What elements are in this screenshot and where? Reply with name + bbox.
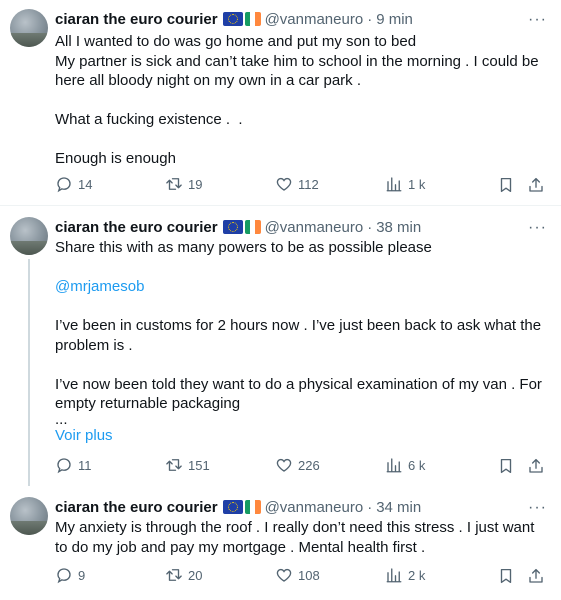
thread-line bbox=[28, 259, 30, 486]
views-count: 1 k bbox=[408, 176, 426, 192]
bookmark-icon bbox=[497, 457, 515, 475]
views-icon bbox=[385, 566, 403, 584]
avatar[interactable] bbox=[10, 9, 48, 47]
eu-flag-icon bbox=[222, 12, 243, 26]
retweet-button[interactable]: 19 bbox=[165, 175, 202, 193]
share-button[interactable] bbox=[527, 176, 545, 194]
retweet-icon bbox=[165, 566, 183, 584]
retweet-icon bbox=[165, 175, 183, 193]
tweet-text: My anxiety is through the roof . I reall… bbox=[55, 518, 550, 557]
tweet-line: All I wanted to do was go home and put m… bbox=[55, 33, 417, 50]
bookmark-icon bbox=[497, 567, 515, 585]
like-button[interactable]: 112 bbox=[275, 175, 319, 193]
avatar[interactable] bbox=[10, 217, 48, 255]
tweet-actions: 14 19 112 1 k bbox=[55, 175, 545, 195]
tweet-3[interactable]: ciaran the euro courier @vanmaneuro · 34… bbox=[0, 483, 561, 600]
views-count: 2 k bbox=[408, 567, 426, 583]
separator-dot: · bbox=[367, 498, 373, 516]
reply-button[interactable]: 9 bbox=[55, 566, 85, 584]
tweet-line: What a fucking existence . . bbox=[55, 111, 243, 128]
reply-count: 9 bbox=[78, 567, 86, 583]
show-more-link[interactable]: Voir plus bbox=[55, 426, 550, 446]
timestamp[interactable]: 9 min bbox=[376, 11, 413, 28]
tweet-line: I’ve now been told they want to do a phy… bbox=[55, 375, 547, 413]
eu-flag-icon bbox=[222, 500, 243, 514]
tweet-actions: 11 151 226 6 k bbox=[55, 456, 545, 476]
like-count: 108 bbox=[298, 567, 320, 583]
share-button[interactable] bbox=[527, 567, 545, 585]
tweet-actions: 9 20 108 2 k bbox=[55, 566, 545, 586]
reply-count: 11 bbox=[78, 457, 92, 473]
bookmark-button[interactable] bbox=[497, 457, 515, 475]
reply-icon bbox=[55, 456, 73, 474]
author-handle[interactable]: @vanmaneuro bbox=[265, 499, 364, 516]
more-options-icon[interactable]: ··· bbox=[528, 500, 547, 516]
tweet-header: ciaran the euro courier @vanmaneuro · 38… bbox=[55, 217, 421, 237]
tweet-header: ciaran the euro courier @vanmaneuro · 34… bbox=[55, 497, 421, 517]
author-handle[interactable]: @vanmaneuro bbox=[265, 11, 364, 28]
views-count: 6 k bbox=[408, 457, 426, 473]
flag-emojis bbox=[222, 500, 261, 514]
ireland-flag-icon bbox=[244, 500, 261, 514]
flag-emojis bbox=[222, 220, 261, 234]
retweet-button[interactable]: 151 bbox=[165, 456, 210, 474]
reply-button[interactable]: 14 bbox=[55, 175, 92, 193]
more-options-icon[interactable]: ··· bbox=[528, 220, 547, 236]
reply-count: 14 bbox=[78, 176, 93, 192]
retweet-count: 19 bbox=[188, 176, 203, 192]
like-count: 226 bbox=[298, 457, 320, 473]
tweet-line: Share this with as many powers to be as … bbox=[55, 239, 432, 256]
bookmark-icon bbox=[497, 176, 515, 194]
tweet-1[interactable]: ciaran the euro courier @vanmaneuro · 9 … bbox=[0, 0, 561, 205]
tweet-text: All I wanted to do was go home and put m… bbox=[55, 32, 550, 169]
views-button[interactable]: 2 k bbox=[385, 566, 425, 584]
share-icon bbox=[527, 176, 545, 194]
ireland-flag-icon bbox=[244, 220, 261, 234]
avatar[interactable] bbox=[10, 497, 48, 535]
share-icon bbox=[527, 457, 545, 475]
views-button[interactable]: 1 k bbox=[385, 175, 425, 193]
heart-icon bbox=[275, 566, 293, 584]
author-name[interactable]: ciaran the euro courier bbox=[55, 11, 218, 28]
separator-dot: · bbox=[367, 10, 373, 28]
ireland-flag-icon bbox=[244, 12, 261, 26]
tweet-2[interactable]: ciaran the euro courier @vanmaneuro · 38… bbox=[0, 206, 561, 486]
bookmark-button[interactable] bbox=[497, 567, 515, 585]
retweet-button[interactable]: 20 bbox=[165, 566, 202, 584]
reply-icon bbox=[55, 566, 73, 584]
bookmark-button[interactable] bbox=[497, 176, 515, 194]
mention-link[interactable]: @mrjamesob bbox=[55, 277, 550, 297]
tweet-line: I’ve been in customs for 2 hours now . I… bbox=[55, 317, 546, 354]
reply-button[interactable]: 11 bbox=[55, 456, 92, 474]
like-button[interactable]: 108 bbox=[275, 566, 320, 584]
timestamp[interactable]: 38 min bbox=[376, 219, 421, 236]
like-button[interactable]: 226 bbox=[275, 456, 320, 474]
ellipsis: ... bbox=[55, 410, 68, 428]
tweet-line: Enough is enough bbox=[55, 150, 176, 167]
tweet-line: My partner is sick and can’t take him to… bbox=[55, 52, 543, 90]
author-name[interactable]: ciaran the euro courier bbox=[55, 499, 218, 516]
separator-dot: · bbox=[367, 218, 373, 236]
tweet-line: My anxiety is through the roof . I reall… bbox=[55, 519, 539, 556]
views-icon bbox=[385, 456, 403, 474]
retweet-count: 151 bbox=[188, 457, 210, 473]
views-button[interactable]: 6 k bbox=[385, 456, 425, 474]
flag-emojis bbox=[222, 12, 261, 26]
reply-icon bbox=[55, 175, 73, 193]
retweet-count: 20 bbox=[188, 567, 203, 583]
timestamp[interactable]: 34 min bbox=[376, 499, 421, 516]
more-options-icon[interactable]: ··· bbox=[528, 12, 547, 28]
share-icon bbox=[527, 567, 545, 585]
share-button[interactable] bbox=[527, 457, 545, 475]
views-icon bbox=[385, 175, 403, 193]
retweet-icon bbox=[165, 456, 183, 474]
author-handle[interactable]: @vanmaneuro bbox=[265, 219, 364, 236]
heart-icon bbox=[275, 456, 293, 474]
like-count: 112 bbox=[298, 176, 319, 192]
author-name[interactable]: ciaran the euro courier bbox=[55, 219, 218, 236]
tweet-text: Share this with as many powers to be as … bbox=[55, 238, 550, 445]
tweet-header: ciaran the euro courier @vanmaneuro · 9 … bbox=[55, 9, 413, 29]
eu-flag-icon bbox=[222, 220, 243, 234]
heart-icon bbox=[275, 175, 293, 193]
